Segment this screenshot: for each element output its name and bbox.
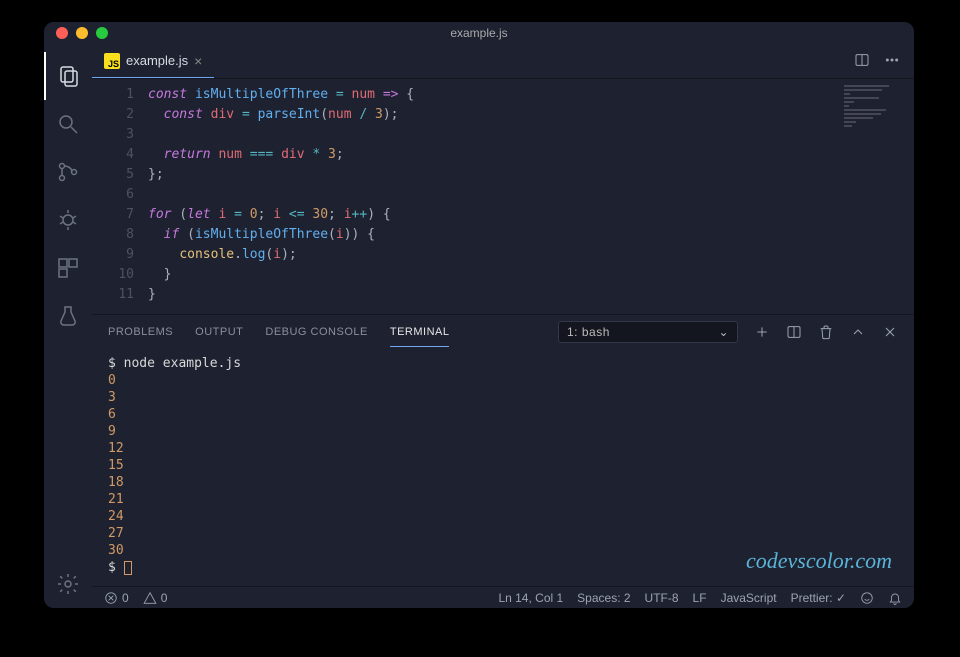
minimize-window-button[interactable]	[76, 27, 88, 39]
terminal-output-line: 3	[108, 389, 898, 406]
panel-tab-bar: PROBLEMS OUTPUT DEBUG CONSOLE TERMINAL 1: b…	[92, 315, 914, 349]
close-window-button[interactable]	[56, 27, 68, 39]
code-line[interactable]: const isMultipleOfThree = num => {	[148, 85, 914, 105]
tab-example-js[interactable]: JS example.js ×	[92, 44, 214, 78]
terminal-selector[interactable]: 1: bash ⌄	[558, 321, 738, 343]
chevron-down-icon: ⌄	[718, 325, 729, 339]
status-formatter[interactable]: Prettier: ✓	[791, 591, 846, 605]
window-title: example.js	[44, 26, 914, 40]
titlebar: example.js	[44, 22, 914, 44]
code-line[interactable]	[148, 185, 914, 205]
terminal-output-line: 0	[108, 372, 898, 389]
code-line[interactable]	[148, 125, 914, 145]
line-number: 11	[92, 285, 134, 305]
code-line[interactable]: };	[148, 165, 914, 185]
line-number: 3	[92, 125, 134, 145]
kill-terminal-icon[interactable]	[818, 324, 834, 340]
line-number: 9	[92, 245, 134, 265]
code-line[interactable]: return num === div * 3;	[148, 145, 914, 165]
panel-tab-output[interactable]: OUTPUT	[195, 318, 243, 346]
explorer-icon[interactable]	[44, 52, 92, 100]
split-editor-icon[interactable]	[854, 52, 870, 71]
status-errors[interactable]: 0	[104, 591, 129, 605]
code-content[interactable]: const isMultipleOfThree = num => { const…	[148, 79, 914, 314]
search-icon[interactable]	[44, 100, 92, 148]
terminal-output-line: 21	[108, 491, 898, 508]
source-control-icon[interactable]	[44, 148, 92, 196]
panel-tab-debug-console[interactable]: DEBUG CONSOLE	[265, 318, 367, 346]
status-feedback-icon[interactable]	[860, 591, 874, 605]
settings-gear-icon[interactable]	[44, 560, 92, 608]
debug-icon[interactable]	[44, 196, 92, 244]
code-line[interactable]: for (let i = 0; i <= 30; i++) {	[148, 205, 914, 225]
close-tab-icon[interactable]: ×	[194, 53, 202, 69]
line-number: 8	[92, 225, 134, 245]
status-eol[interactable]: LF	[693, 591, 707, 605]
code-line[interactable]: }	[148, 285, 914, 305]
line-number: 6	[92, 185, 134, 205]
status-encoding[interactable]: UTF-8	[645, 591, 679, 605]
new-terminal-icon[interactable]	[754, 324, 770, 340]
status-notifications-icon[interactable]	[888, 591, 902, 605]
code-line[interactable]: if (isMultipleOfThree(i)) {	[148, 225, 914, 245]
extensions-icon[interactable]	[44, 244, 92, 292]
line-number: 10	[92, 265, 134, 285]
line-number: 5	[92, 165, 134, 185]
status-language[interactable]: JavaScript	[721, 591, 777, 605]
terminal-output-line: 27	[108, 525, 898, 542]
editor-tabs: JS example.js ×	[92, 44, 914, 79]
maximize-panel-icon[interactable]	[850, 324, 866, 340]
terminal-output-line: 9	[108, 423, 898, 440]
split-terminal-icon[interactable]	[786, 324, 802, 340]
code-line[interactable]: const div = parseInt(num / 3);	[148, 105, 914, 125]
terminal-command-line: $ node example.js	[108, 355, 898, 372]
panel-tab-terminal[interactable]: TERMINAL	[390, 318, 450, 347]
status-bar: 0 0 Ln 14, Col 1 Spaces: 2 UTF-8 LF Java…	[92, 586, 914, 608]
terminal-output-line: 15	[108, 457, 898, 474]
zoom-window-button[interactable]	[96, 27, 108, 39]
minimap[interactable]	[844, 85, 908, 131]
terminal-cursor	[124, 561, 132, 575]
terminal-output-line: 24	[108, 508, 898, 525]
terminal-output-line: 12	[108, 440, 898, 457]
line-number: 1	[92, 85, 134, 105]
window-controls	[44, 27, 108, 39]
testing-icon[interactable]	[44, 292, 92, 340]
bottom-panel: PROBLEMS OUTPUT DEBUG CONSOLE TERMINAL 1: b…	[92, 314, 914, 586]
tab-filename: example.js	[126, 53, 188, 68]
panel-tab-problems[interactable]: PROBLEMS	[108, 318, 173, 346]
status-indentation[interactable]: Spaces: 2	[577, 591, 630, 605]
line-number: 2	[92, 105, 134, 125]
line-number: 4	[92, 145, 134, 165]
line-number: 7	[92, 205, 134, 225]
code-line[interactable]: }	[148, 265, 914, 285]
status-cursor-position[interactable]: Ln 14, Col 1	[498, 591, 563, 605]
code-line[interactable]: console.log(i);	[148, 245, 914, 265]
editor-window: example.js JS example.js ×	[44, 22, 914, 608]
code-editor[interactable]: 1234567891011 const isMultipleOfThree = …	[92, 79, 914, 314]
terminal-output-line: 6	[108, 406, 898, 423]
terminal-selector-label: 1: bash	[567, 325, 610, 339]
more-actions-icon[interactable]	[884, 52, 900, 71]
js-file-icon: JS	[104, 53, 120, 69]
close-panel-icon[interactable]	[882, 324, 898, 340]
line-number-gutter: 1234567891011	[92, 79, 148, 314]
activity-bar	[44, 44, 92, 608]
status-warnings[interactable]: 0	[143, 591, 168, 605]
terminal-output-line: 18	[108, 474, 898, 491]
watermark-text: codevscolor.com	[746, 548, 892, 574]
